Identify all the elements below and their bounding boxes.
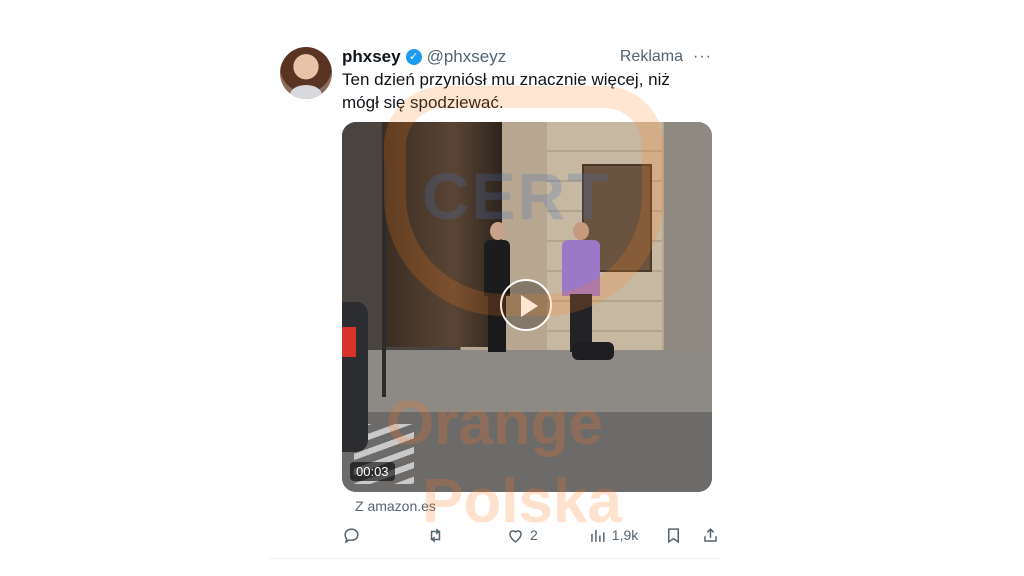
video-scene-person-purple-jacket (560, 222, 602, 354)
like-icon (509, 529, 522, 543)
video-duration: 00:03 (350, 462, 395, 481)
bookmark-icon (668, 527, 680, 543)
video-player[interactable]: 00:03 (342, 122, 712, 492)
tweet-card[interactable]: phxsey ✓ @phxseyz Reklama ··· Ten dzień … (268, 40, 720, 560)
reply-button[interactable] (342, 526, 366, 545)
video-scene-pole (382, 162, 386, 397)
more-options-icon[interactable]: ··· (693, 48, 712, 66)
retweet-button[interactable] (426, 526, 450, 545)
view-count: 1,9k (611, 527, 639, 543)
tweet-actions: 2 1,9k (342, 523, 718, 547)
tweet-text-line: Ten dzień przyniósł mu znacznie więcej, … (342, 70, 670, 89)
avatar[interactable] (280, 47, 332, 99)
verified-badge-icon: ✓ (405, 49, 422, 65)
video-scene-car-light (342, 327, 356, 357)
retweet-icon (430, 528, 441, 542)
share-button[interactable] (701, 526, 720, 545)
ad-label: Reklama (619, 48, 684, 65)
like-button[interactable]: 2 (506, 526, 538, 545)
reply-icon (344, 527, 359, 543)
author-handle[interactable]: @phxseyz (427, 47, 507, 67)
source-link[interactable]: Z amazon.es (355, 498, 436, 514)
tweet-text: Ten dzień przyniósł mu znacznie więcej, … (342, 68, 702, 114)
like-count: 2 (530, 527, 538, 543)
video-scene-column (664, 122, 712, 354)
bookmark-button[interactable] (664, 526, 683, 545)
video-scene-car (342, 302, 368, 452)
tweet-header: phxsey ✓ @phxseyz Reklama ··· (342, 45, 712, 69)
video-scene-sidewalk (342, 350, 712, 412)
play-icon[interactable] (500, 279, 552, 331)
author-name[interactable]: phxsey (342, 47, 401, 67)
video-scene-bag (572, 342, 614, 360)
tweet-text-line: mógł się spodziewać. (342, 93, 504, 112)
divider (268, 558, 720, 559)
views-icon (591, 529, 605, 542)
views-button[interactable]: 1,9k (588, 526, 638, 545)
share-icon (704, 527, 718, 542)
